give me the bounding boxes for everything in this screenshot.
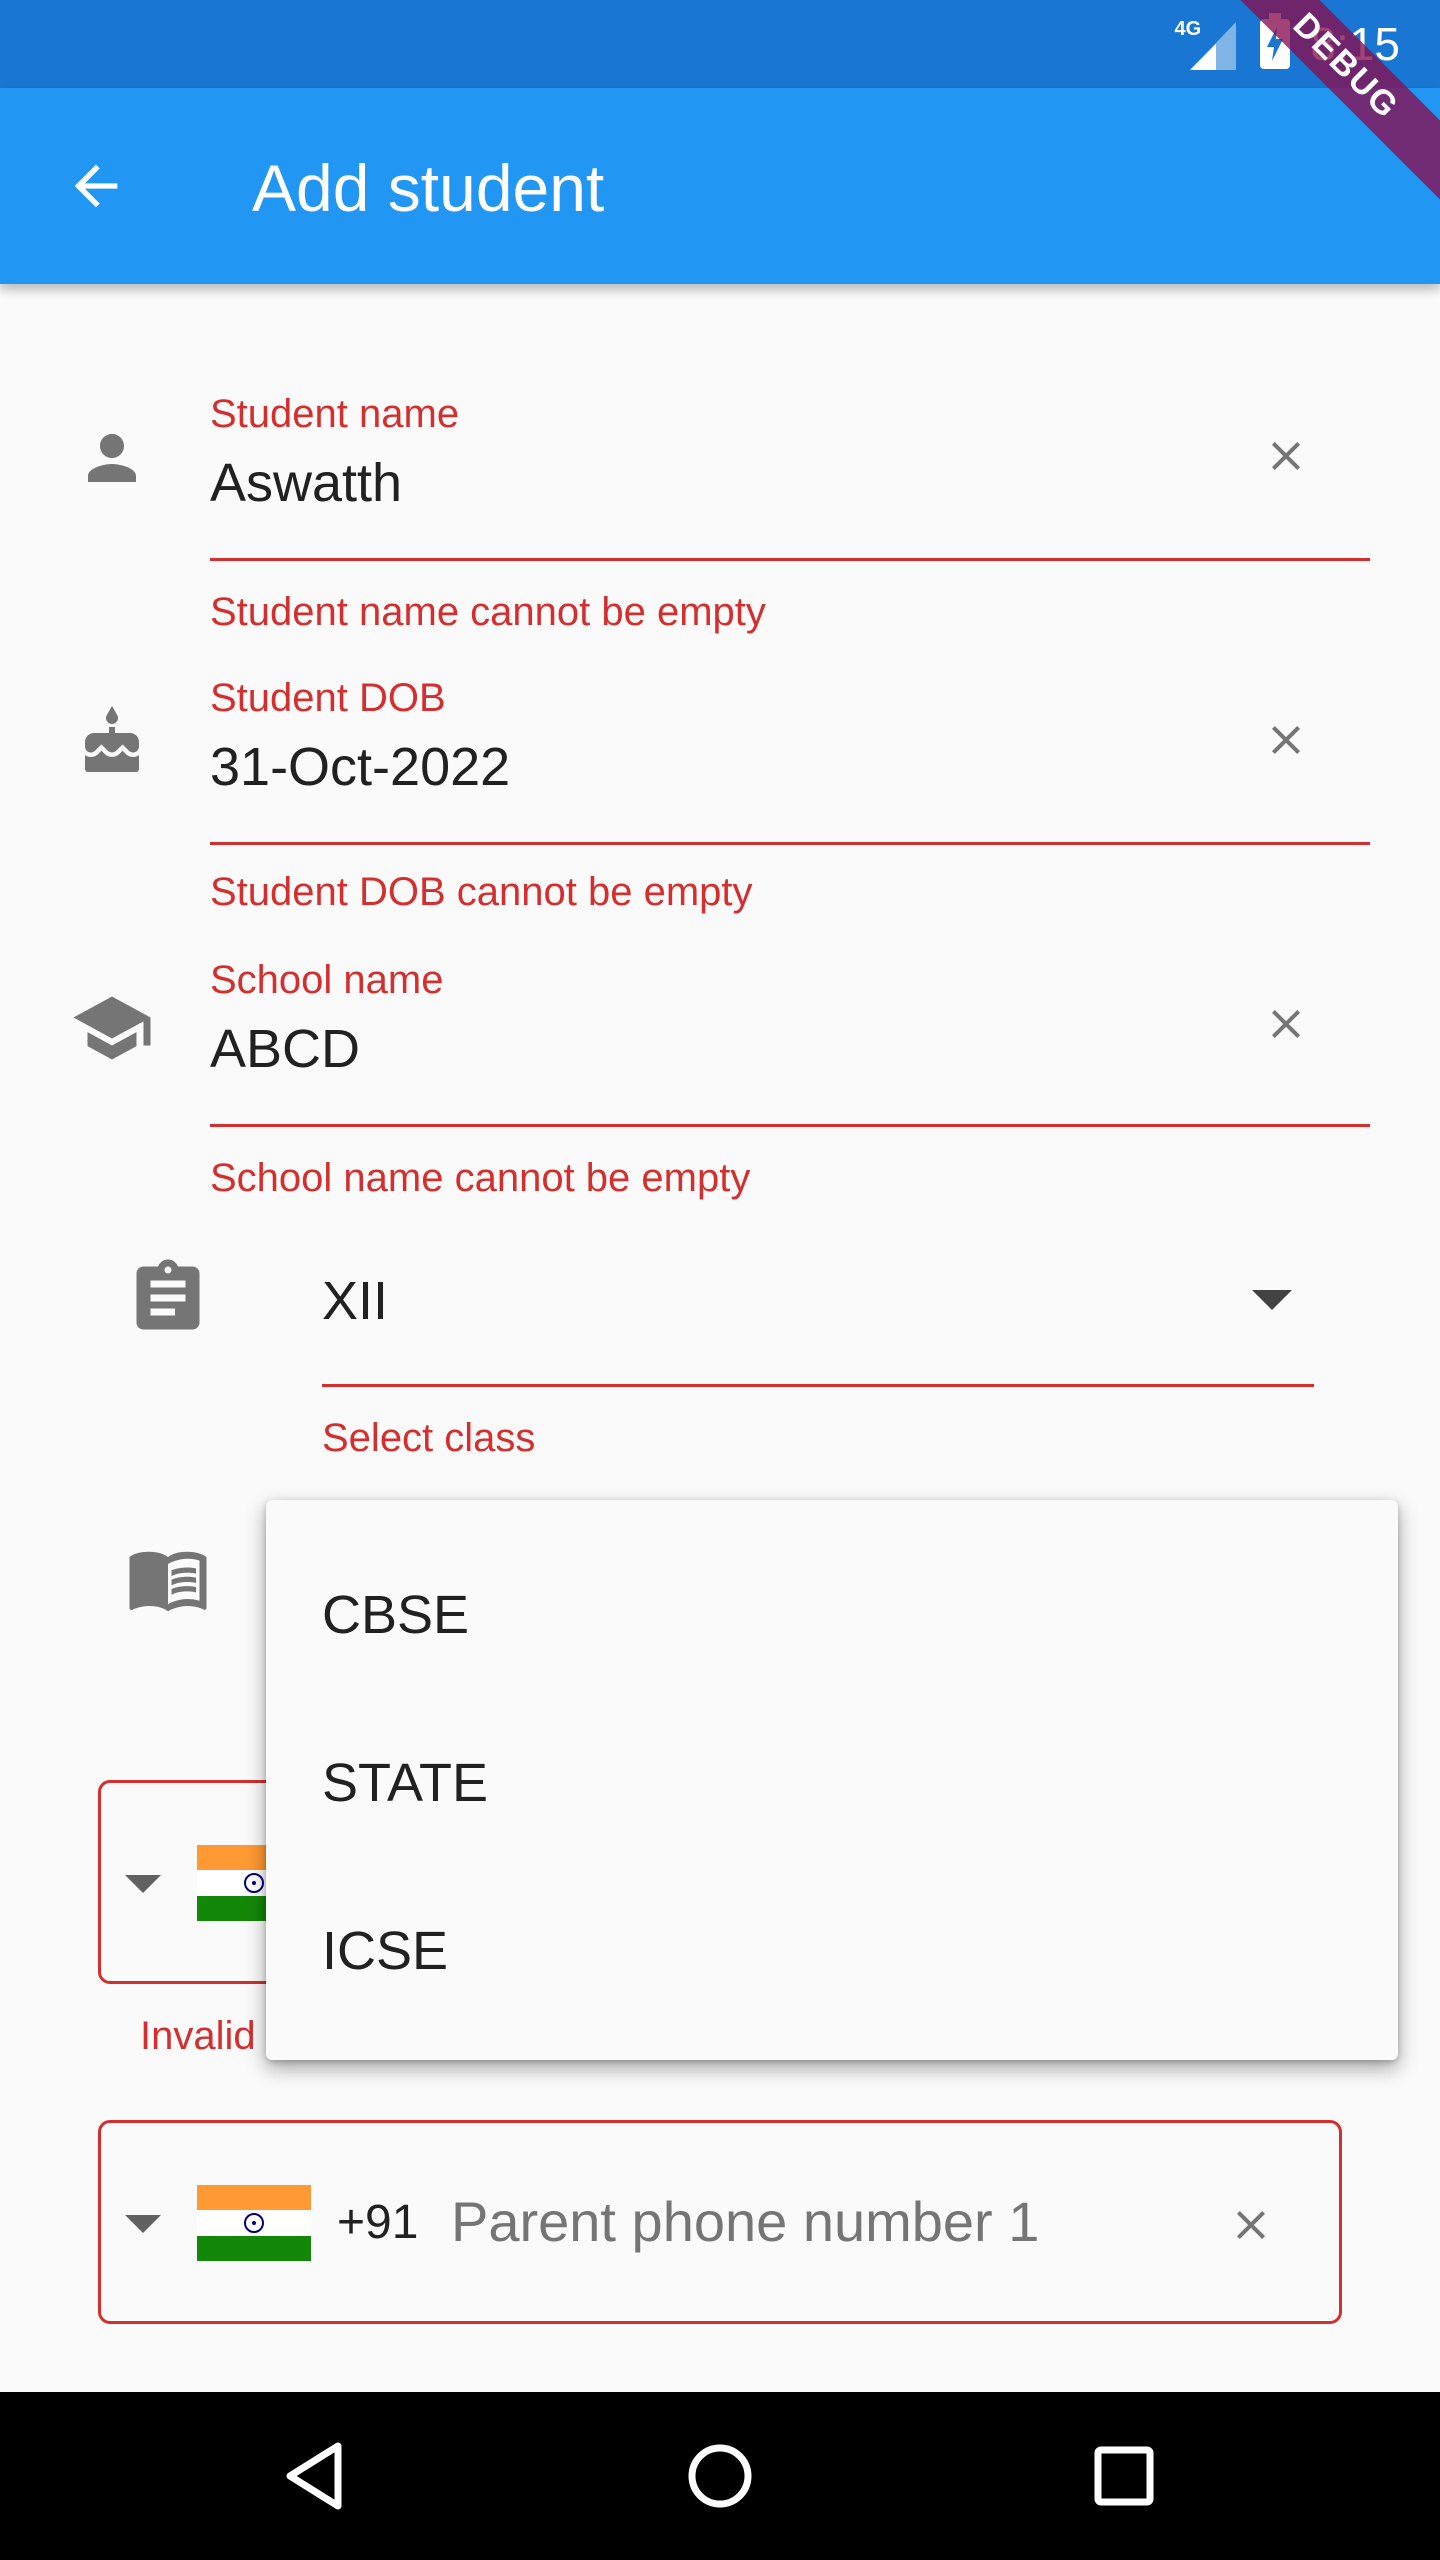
school-name-field[interactable]: School name ABCD School name cannot be e… xyxy=(0,948,1440,1208)
student-dob-underline xyxy=(210,842,1370,845)
circle-home-icon xyxy=(688,2444,752,2508)
person-icon xyxy=(88,434,136,482)
close-icon xyxy=(1272,442,1300,470)
country-dropdown-icon[interactable] xyxy=(125,1875,161,1893)
status-bar: 4G 8:15 xyxy=(0,0,1440,88)
nav-home-button[interactable] xyxy=(670,2426,770,2526)
class-error: Select class xyxy=(322,1416,536,1460)
student-name-label: Student name xyxy=(210,392,460,436)
india-flag-icon[interactable] xyxy=(197,2185,311,2261)
parent-phone-field-1[interactable]: +91 Parent phone number 1 xyxy=(98,2120,1342,2324)
nav-recents-button[interactable] xyxy=(1074,2426,1174,2526)
close-icon xyxy=(1272,1010,1300,1038)
signal-icon: 4G xyxy=(1174,14,1240,74)
class-underline xyxy=(322,1384,1314,1387)
class-select[interactable]: XII xyxy=(322,1270,388,1332)
student-name-field[interactable]: Student name Aswatth Student name cannot… xyxy=(0,380,1440,640)
student-name-clear-button[interactable] xyxy=(1256,426,1316,486)
school-name-error: School name cannot be empty xyxy=(210,1156,751,1200)
parent-phone-input[interactable]: Parent phone number 1 xyxy=(451,2189,1039,2254)
student-name-underline xyxy=(210,558,1370,561)
student-dob-input[interactable]: 31-Oct-2022 xyxy=(210,736,510,798)
navigation-bar xyxy=(0,2392,1440,2560)
student-dob-field[interactable]: Student DOB 31-Oct-2022 Student DOB cann… xyxy=(0,664,1440,924)
student-name-input[interactable]: Aswatth xyxy=(210,452,402,514)
school-name-input[interactable]: ABCD xyxy=(210,1018,360,1080)
phone-error-1: Invalid xyxy=(140,2014,256,2058)
country-dropdown-icon[interactable] xyxy=(125,2215,161,2233)
close-icon xyxy=(1272,726,1300,754)
back-button[interactable] xyxy=(48,138,144,234)
network-type: 4G xyxy=(1174,18,1202,40)
menu-book-icon xyxy=(129,1551,207,1612)
app-bar: Add student xyxy=(0,88,1440,284)
menu-item-icse[interactable]: ICSE xyxy=(322,1920,448,1982)
school-name-underline xyxy=(210,1124,1370,1127)
triangle-back-icon xyxy=(286,2442,342,2510)
menu-item-state[interactable]: STATE xyxy=(322,1752,488,1814)
close-icon xyxy=(1237,2211,1265,2239)
school-icon xyxy=(73,996,151,1060)
menu-item-cbse[interactable]: CBSE xyxy=(322,1584,469,1646)
cake-icon xyxy=(85,706,139,772)
student-name-error: Student name cannot be empty xyxy=(210,590,766,634)
board-dropdown-menu: CBSE STATE ICSE xyxy=(266,1500,1398,2060)
assignment-icon xyxy=(136,1259,200,1330)
school-name-clear-button[interactable] xyxy=(1256,994,1316,1054)
page-title: Add student xyxy=(252,151,605,225)
dial-code: +91 xyxy=(337,2196,419,2249)
dropdown-arrow-icon[interactable] xyxy=(1252,1290,1292,1310)
square-recents-icon xyxy=(1094,2446,1154,2506)
school-name-label: School name xyxy=(210,958,444,1002)
student-dob-clear-button[interactable] xyxy=(1256,710,1316,770)
student-dob-error: Student DOB cannot be empty xyxy=(210,870,753,914)
student-dob-label: Student DOB xyxy=(210,676,446,720)
nav-back-button[interactable] xyxy=(266,2426,366,2526)
parent-phone-clear-button[interactable] xyxy=(1221,2195,1281,2255)
arrow-back-icon xyxy=(74,164,118,208)
